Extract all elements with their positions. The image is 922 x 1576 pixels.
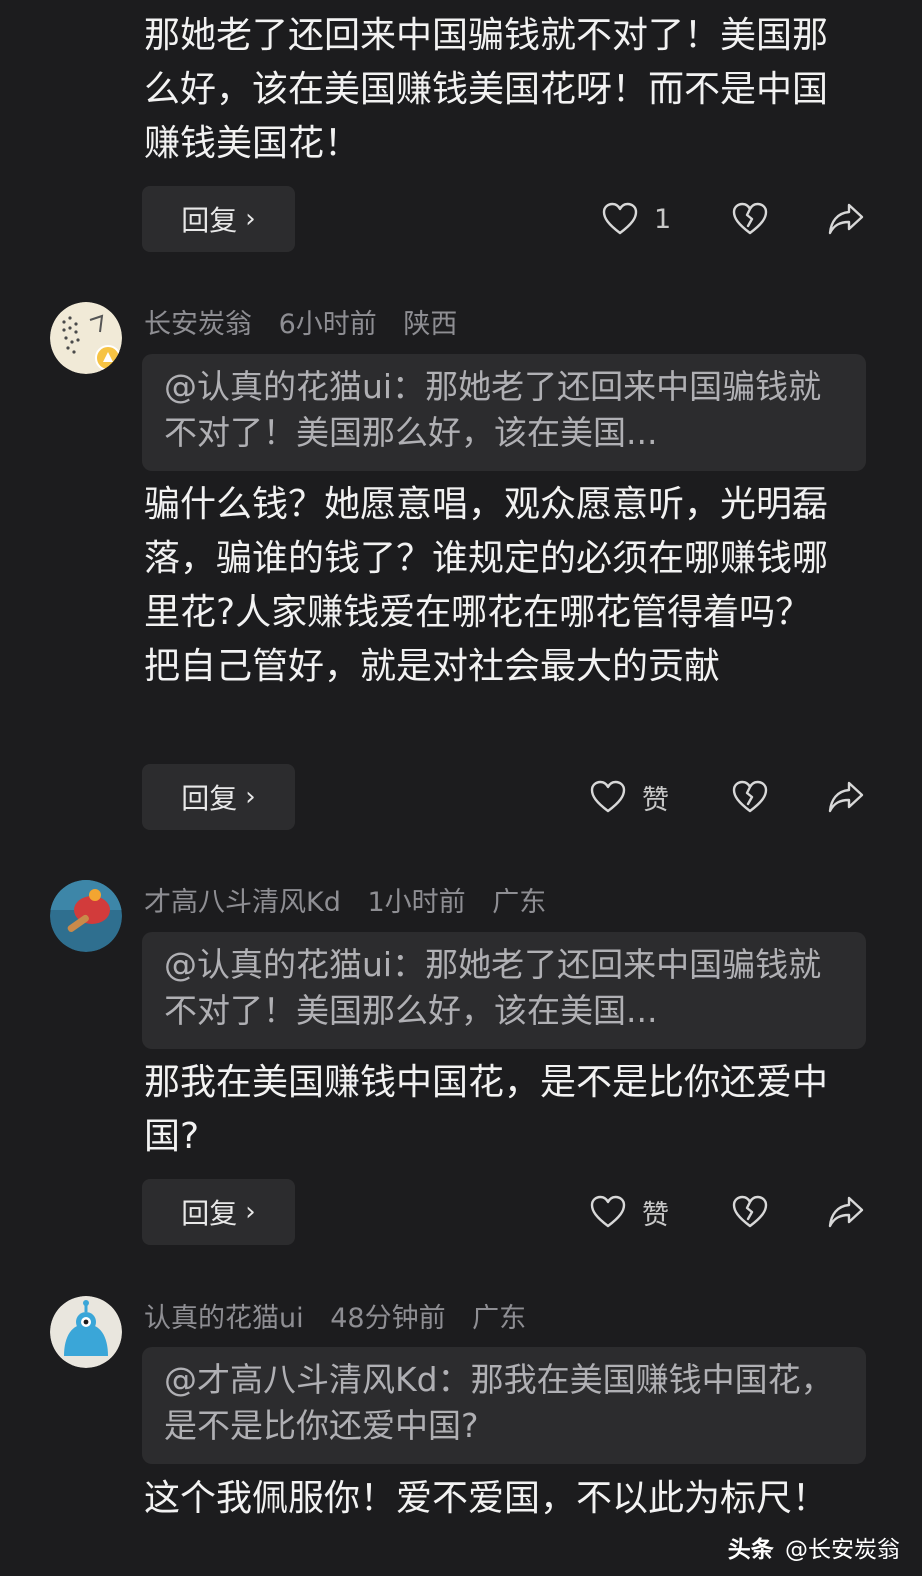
heart-outline-icon <box>590 780 626 814</box>
comment-meta: 长安炭翁 6小时前 陕西 <box>144 302 475 341</box>
share-arrow-icon <box>827 202 865 236</box>
chevron-right-icon: › <box>245 1197 256 1227</box>
quoted-comment[interactable]: @认真的花猫ui：那她老了还回来中国骗钱就不对了！美国那么好，该在美国... <box>142 354 866 471</box>
reply-label: 回复 <box>181 1197 238 1230</box>
like-button[interactable]: 赞 <box>590 764 669 830</box>
like-label: 赞 <box>642 1199 669 1231</box>
share-arrow-icon <box>827 780 865 814</box>
comment-text: 这个我佩服你！爱不爱国，不以此为标尺！ <box>144 1478 829 1519</box>
share-button[interactable] <box>826 764 866 830</box>
reply-label: 回复 <box>181 204 238 237</box>
comment-actions: 回复 › 1 <box>142 186 866 252</box>
comment-text: 骗什么钱？她愿意唱，观众愿意听，光明磊落，骗谁的钱了？谁规定的必须在哪赚钱哪里花… <box>144 484 829 687</box>
author-name[interactable]: 长安炭翁 <box>144 309 252 340</box>
reply-button[interactable]: 回复 › <box>142 1179 295 1245</box>
like-label: 赞 <box>642 784 669 816</box>
comment-text: 那她老了还回来中国骗钱就不对了！美国那么好，该在美国赚钱美国花呀！而不是中国赚钱… <box>144 15 829 164</box>
comment-meta: 才高八斗清风Kd 1小时前 广东 <box>144 880 564 919</box>
chevron-right-icon: › <box>245 782 256 812</box>
broken-heart-icon <box>732 1195 768 1229</box>
dislike-button[interactable] <box>730 1179 770 1245</box>
reply-button[interactable]: 回复 › <box>142 186 295 252</box>
broken-heart-icon <box>732 780 768 814</box>
chevron-right-icon: › <box>245 204 256 234</box>
dislike-button[interactable] <box>730 186 770 252</box>
avatar[interactable] <box>50 880 122 952</box>
comment-thread: 那她老了还回来中国骗钱就不对了！美国那么好，该在美国赚钱美国花呀！而不是中国赚钱… <box>0 0 922 1576</box>
share-arrow-icon <box>827 1195 865 1229</box>
heart-outline-icon <box>590 1195 626 1229</box>
heart-outline-icon <box>602 202 638 236</box>
share-button[interactable] <box>826 186 866 252</box>
like-button[interactable]: 1 <box>602 186 671 252</box>
like-button[interactable]: 赞 <box>590 1179 669 1245</box>
watermark-handle: @长安炭翁 <box>785 1537 900 1563</box>
avatar[interactable] <box>50 1296 122 1368</box>
comment-location: 广东 <box>472 1303 527 1334</box>
reply-button[interactable]: 回复 › <box>142 764 295 830</box>
comment-location: 陕西 <box>403 309 458 340</box>
reply-label: 回复 <box>181 782 238 815</box>
avatar[interactable] <box>50 302 122 374</box>
share-button[interactable] <box>826 1179 866 1245</box>
comment-actions: 回复 › 赞 <box>142 764 866 830</box>
comment-text: 那我在美国赚钱中国花，是不是比你还爱中国? <box>144 1062 829 1157</box>
comment-meta: 认真的花猫ui 48分钟前 广东 <box>144 1296 544 1335</box>
comment-actions: 回复 › 赞 <box>142 1179 866 1245</box>
like-count: 1 <box>654 203 672 235</box>
comment-time: 1小时前 <box>367 887 466 918</box>
watermark-brand: 头条 <box>727 1537 774 1563</box>
author-name[interactable]: 认真的花猫ui <box>144 1303 304 1334</box>
comment-location: 广东 <box>492 887 547 918</box>
comment-time: 48分钟前 <box>330 1303 446 1334</box>
watermark: 头条 @长安炭翁 <box>728 1530 900 1564</box>
dislike-button[interactable] <box>730 764 770 830</box>
comment-time: 6小时前 <box>278 309 377 340</box>
quoted-comment[interactable]: @认真的花猫ui：那她老了还回来中国骗钱就不对了！美国那么好，该在美国... <box>142 932 866 1049</box>
broken-heart-icon <box>732 202 768 236</box>
quoted-comment[interactable]: @才高八斗清风Kd：那我在美国赚钱中国花，是不是比你还爱中国? <box>142 1347 866 1464</box>
author-name[interactable]: 才高八斗清风Kd <box>144 887 341 918</box>
